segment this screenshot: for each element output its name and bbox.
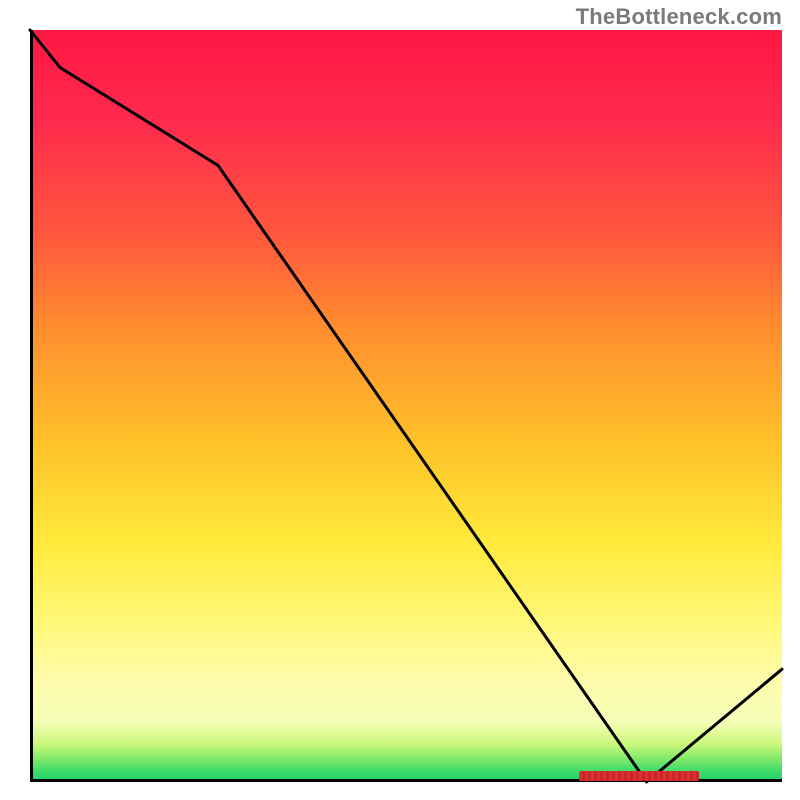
curve-svg bbox=[30, 30, 782, 782]
chart-frame: TheBottleneck.com bbox=[0, 0, 800, 800]
curve-path bbox=[30, 30, 782, 782]
optimum-marker bbox=[579, 771, 699, 781]
plot-area bbox=[30, 30, 782, 782]
watermark-text: TheBottleneck.com bbox=[576, 4, 782, 30]
